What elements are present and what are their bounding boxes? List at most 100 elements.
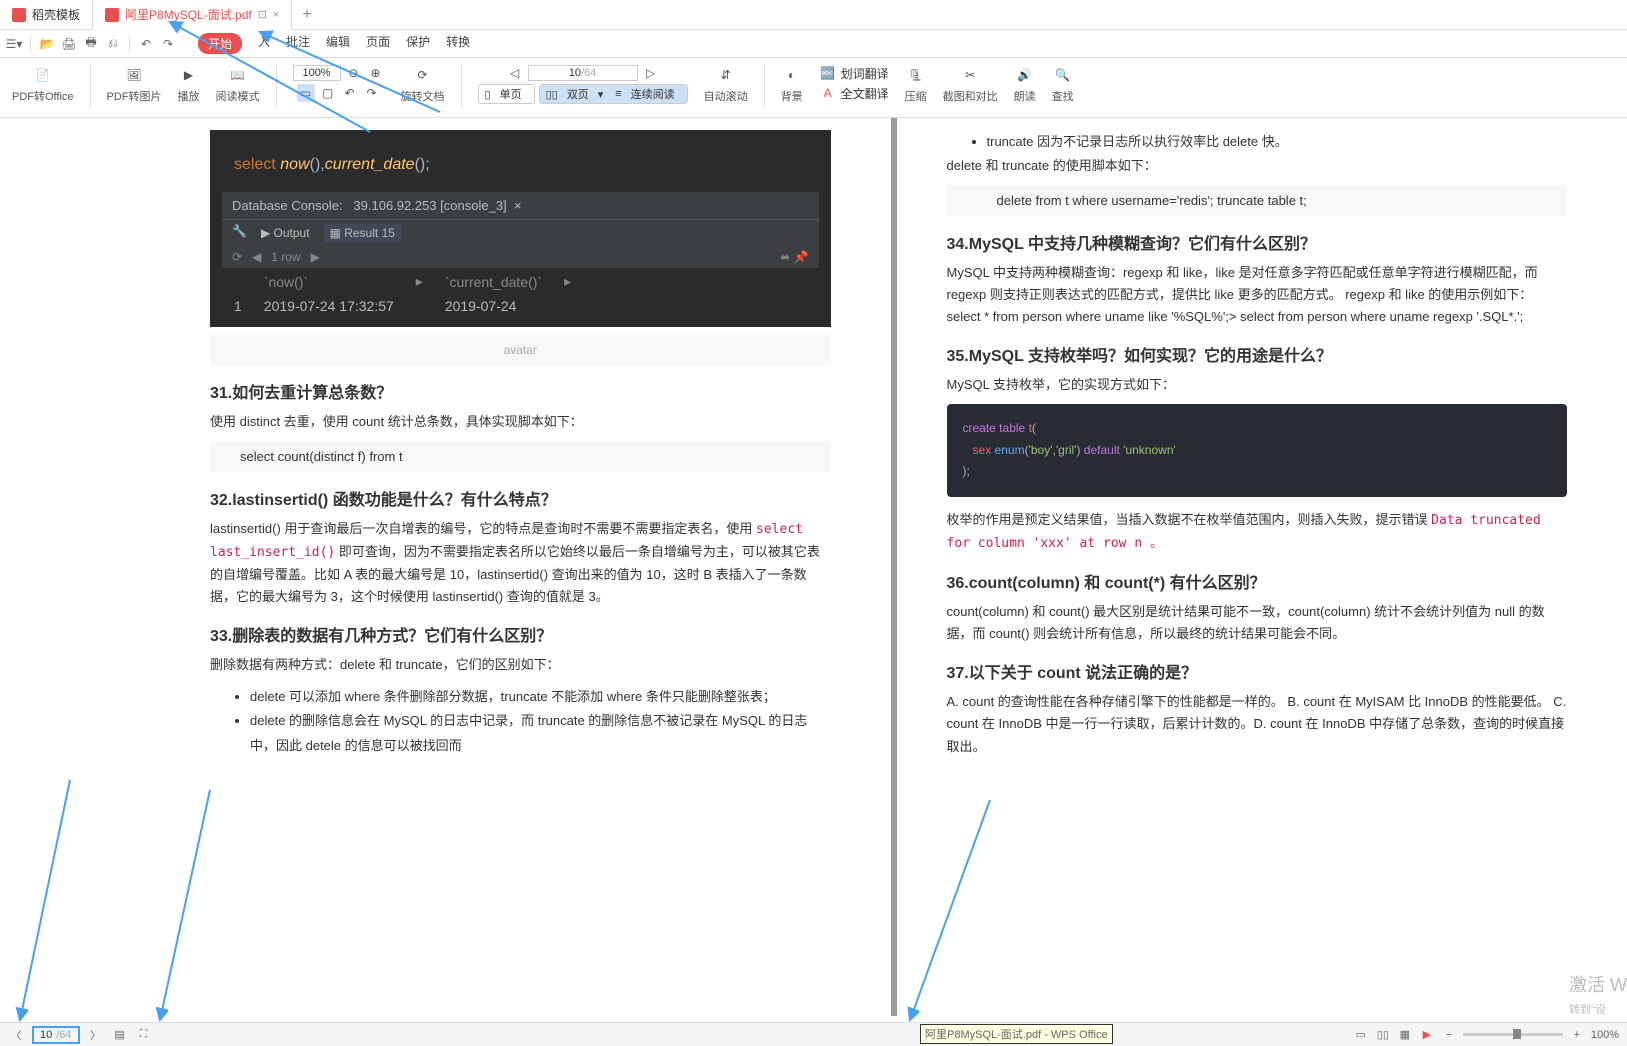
prev-page-icon[interactable]: ◁ (506, 64, 524, 82)
list-item: truncate 因为不记录日志所以执行效率比 delete 快。 (987, 130, 1568, 155)
zoom-in-icon[interactable]: ⊕ (367, 64, 385, 82)
single-page-button[interactable]: ▯ 单页 (478, 84, 535, 104)
q35-body2: 枚举的作用是预定义结果值，当插入数据不在枚举值范围内，则插入失败，提示错误 Da… (947, 509, 1568, 555)
q35-heading: 35.MySQL 支持枚举吗？如何实现？它的用途是什么？ (947, 342, 1568, 366)
trunc-body: delete 和 truncate 的使用脚本如下： (947, 155, 1568, 177)
q32-body: lastinsertid() 用于查询最后一次自增表的编号，它的特点是查询时不需… (210, 518, 831, 608)
zoom-group: 100% ⊖ ⊕ ▭ ▢ ↶ ↷ (289, 64, 389, 102)
avatar-caption: avatar (210, 335, 831, 365)
continuous-button[interactable]: ≡ 连续阅读 (609, 85, 686, 103)
document-area: select now(),current_date(); Database Co… (0, 118, 1627, 1016)
tab-bar: 稻壳模板 阿里P8MySQL-面试.pdf ⊡ × + (0, 0, 1627, 30)
pdf-to-office[interactable]: 📄PDF转Office (8, 64, 78, 104)
quick-bar: ☰▾ 📂 🖨 🖶 ⎌ ↶ ↷ 开始 入 批注 编辑 页面 保护 转换 (0, 30, 1627, 58)
page-left: select now(),current_date(); Database Co… (0, 118, 891, 1016)
zoom-in-btm-icon[interactable]: + (1569, 1027, 1585, 1043)
open-icon[interactable]: 📂 (39, 36, 55, 52)
close-icon[interactable]: × (273, 9, 279, 21)
trunc-code: delete from t where username='redis'; tr… (947, 185, 1568, 216)
status-tooltip: 阿里P8MySQL-面试.pdf - WPS Office (920, 1024, 1113, 1044)
prev-page-btm-icon[interactable]: 〈 (8, 1027, 24, 1043)
dict-icon[interactable]: 🔤 (819, 64, 837, 82)
status-bar: 〈 10/64 〉 ▤ ⛶ 阿里P8MySQL-面试.pdf - WPS Off… (0, 1022, 1627, 1046)
find[interactable]: 🔍查找 (1048, 64, 1078, 104)
fulltrans-icon[interactable]: A (819, 84, 837, 102)
q31-heading: 31.如何去重计算总条数？ (210, 379, 831, 403)
auto-scroll[interactable]: ⇵自动滚动 (700, 64, 752, 104)
zoom-out-btm-icon[interactable]: − (1441, 1027, 1457, 1043)
pdf-to-pic[interactable]: 🖼PDF转图片 (103, 64, 166, 104)
zoom-value[interactable]: 100% (293, 65, 341, 81)
preview-icon[interactable]: ⎌ (105, 36, 121, 52)
sql-screenshot: select now(),current_date(); Database Co… (210, 130, 831, 327)
q36-heading: 36.count(column) 和 count(*) 有什么区别？ (947, 569, 1568, 593)
view2-icon[interactable]: ▯▯ (1375, 1027, 1391, 1043)
list-item: delete 的删除信息会在 MySQL 的日志中记录，而 truncate 的… (250, 709, 831, 758)
rotate-left-icon[interactable]: ↶ (341, 84, 359, 102)
zoom-pct[interactable]: 100% (1591, 1029, 1619, 1041)
read-aloud[interactable]: 🔊朗读 (1010, 64, 1040, 104)
rotate-doc[interactable]: ⟳旋转文档 (397, 64, 449, 104)
view1-icon[interactable]: ▭ (1353, 1027, 1369, 1043)
menu-icon[interactable]: ☰▾ (6, 36, 22, 52)
nav-pane-icon[interactable]: ▤ (112, 1027, 128, 1043)
undo-icon[interactable]: ↶ (138, 36, 154, 52)
q34-heading: 34.MySQL 中支持几种模糊查询？它们有什么区别？ (947, 230, 1568, 254)
q35-code: create table t( sex enum('boy','gril') d… (947, 404, 1568, 497)
tab-label: 阿里P8MySQL-面试.pdf (125, 6, 252, 23)
next-page-btm-icon[interactable]: 〉 (88, 1027, 104, 1043)
fit-width-icon[interactable]: ▭ (297, 84, 315, 102)
menu-convert[interactable]: 转换 (446, 33, 470, 54)
menu-edit[interactable]: 编辑 (326, 33, 350, 54)
double-page-button[interactable]: ▯▯ 双页▾ (540, 85, 610, 103)
pin-icon[interactable]: ⊡ (258, 8, 267, 21)
rotate-right-icon[interactable]: ↷ (363, 84, 381, 102)
next-page-icon[interactable]: ▷ (642, 64, 660, 82)
menu-strip: 开始 入 批注 编辑 页面 保护 转换 (198, 33, 470, 54)
dict-group: 🔤划词翻译 A全文翻译 (815, 64, 893, 102)
list-item: delete 可以添加 where 条件删除部分数据，truncate 不能添加… (250, 685, 831, 710)
crop-compare[interactable]: ✂截图和对比 (939, 64, 1002, 104)
new-tab-button[interactable]: + (292, 6, 321, 24)
windows-activation: 激活 W转到"设 (1569, 963, 1627, 1026)
read-mode[interactable]: 📖阅读模式 (212, 64, 264, 104)
q37-body: A. count 的查询性能在各种存储引擎下的性能都是一样的。 B. count… (947, 691, 1568, 757)
redo-icon[interactable]: ↷ (160, 36, 176, 52)
q33-heading: 33.删除表的数据有几种方式？它们有什么区别？ (210, 622, 831, 646)
q36-body: count(column) 和 count() 最大区别是统计结果可能不一致，c… (947, 601, 1568, 645)
page-input[interactable]: 10/64 (528, 65, 638, 81)
play-button[interactable]: ▶播放 (174, 64, 204, 104)
tab-daoke[interactable]: 稻壳模板 (0, 0, 93, 30)
expand-icon[interactable]: ⛶ (136, 1027, 152, 1043)
q31-body: 使用 distinct 去重，使用 count 统计总条数，具体实现脚本如下： (210, 411, 831, 433)
fit-page-icon[interactable]: ▢ (319, 84, 337, 102)
daoke-icon (12, 8, 26, 22)
q32-heading: 32.lastinsertid() 函数功能是什么？有什么特点？ (210, 486, 831, 510)
q34-body: MySQL 中支持两种模糊查询：regexp 和 like，like 是对任意多… (947, 262, 1568, 328)
background[interactable]: ◐背景 (777, 64, 807, 104)
menu-page[interactable]: 页面 (366, 33, 390, 54)
compress[interactable]: 🗜压缩 (901, 64, 931, 104)
menu-start[interactable]: 开始 (198, 33, 242, 54)
zoom-out-icon[interactable]: ⊖ (345, 64, 363, 82)
view3-icon[interactable]: ▦ (1397, 1027, 1413, 1043)
page-nav-group: ◁ 10/64 ▷ ▯ 单页 ▯▯ 双页▾ ≡ 连续阅读 (474, 64, 692, 104)
menu-insert[interactable]: 入 (258, 33, 270, 54)
rec-icon[interactable]: ▶ (1419, 1027, 1435, 1043)
layout-pill: ▯▯ 双页▾ ≡ 连续阅读 (539, 84, 688, 104)
q35-body: MySQL 支持枚举，它的实现方式如下： (947, 374, 1568, 396)
print-icon[interactable]: 🖶 (83, 36, 99, 52)
page-right: truncate 因为不记录日志所以执行效率比 delete 快。 delete… (897, 118, 1627, 1016)
zoom-slider[interactable] (1463, 1033, 1563, 1036)
menu-protect[interactable]: 保护 (406, 33, 430, 54)
pdf-icon (105, 8, 119, 22)
page-nav-bottom[interactable]: 10/64 (32, 1026, 80, 1044)
menu-comment[interactable]: 批注 (286, 33, 310, 54)
q33-list: delete 可以添加 where 条件删除部分数据，truncate 不能添加… (210, 685, 831, 759)
trunc-list: truncate 因为不记录日志所以执行效率比 delete 快。 (947, 130, 1568, 155)
q37-heading: 37.以下关于 count 说法正确的是？ (947, 659, 1568, 683)
ribbon: 📄PDF转Office 🖼PDF转图片 ▶播放 📖阅读模式 100% ⊖ ⊕ ▭… (0, 58, 1627, 118)
q33-body: 删除数据有两种方式：delete 和 truncate，它们的区别如下： (210, 654, 831, 676)
tab-pdf[interactable]: 阿里P8MySQL-面试.pdf ⊡ × (93, 0, 292, 30)
save-icon[interactable]: 🖨 (61, 36, 77, 52)
